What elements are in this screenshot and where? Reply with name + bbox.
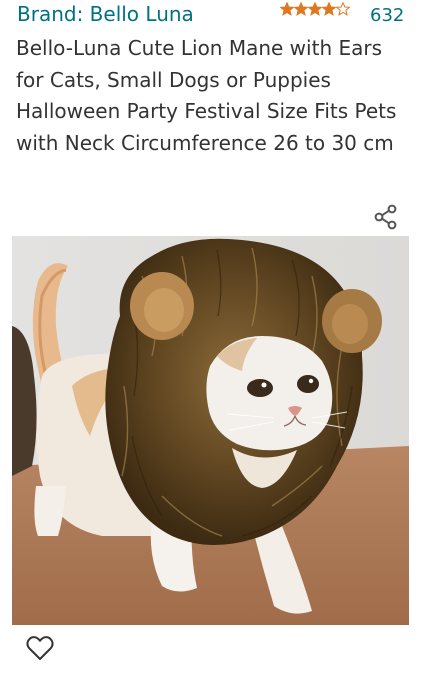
star-empty-icon bbox=[336, 2, 350, 16]
star-filled-icon bbox=[308, 2, 322, 16]
share-icon bbox=[374, 204, 397, 230]
stars-row bbox=[280, 2, 350, 16]
share-button[interactable] bbox=[370, 201, 402, 233]
heart-outline-icon bbox=[26, 636, 54, 660]
wishlist-button[interactable] bbox=[24, 632, 56, 664]
product-title: Bello-Luna Cute Lion Mane with Ears for … bbox=[16, 36, 397, 155]
brand-link[interactable]: Brand: Bello Luna bbox=[17, 2, 194, 26]
cat-lion-mane-photo bbox=[12, 236, 409, 625]
star-rating[interactable] bbox=[280, 2, 350, 16]
rating-count[interactable]: 632 bbox=[370, 5, 404, 26]
star-filled-icon bbox=[294, 2, 308, 16]
product-image[interactable] bbox=[12, 236, 409, 625]
star-filled-icon bbox=[280, 2, 294, 16]
star-filled-icon bbox=[322, 2, 336, 16]
